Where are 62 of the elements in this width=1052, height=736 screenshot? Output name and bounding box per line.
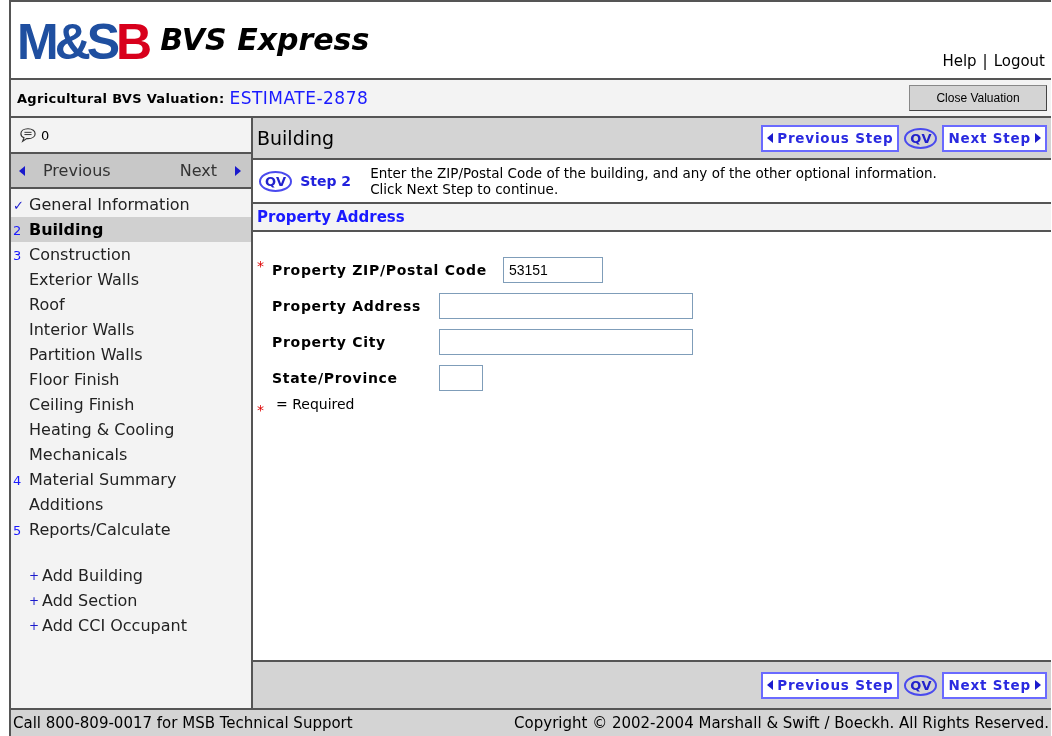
step-number: 5 <box>13 522 23 540</box>
close-valuation-button[interactable]: Close Valuation <box>909 85 1047 111</box>
nav-item[interactable]: Roof <box>11 292 251 317</box>
next-step-button[interactable]: Next Step <box>942 124 1047 152</box>
nav-item[interactable]: 4 Material Summary <box>11 467 251 492</box>
logo-text: B <box>116 14 149 70</box>
input-field[interactable]: 53151 <box>502 257 603 283</box>
nav-item[interactable]: Heating & Cooling <box>11 417 251 442</box>
nav-item[interactable]: 2 Building <box>11 217 251 242</box>
nav-item[interactable]: 5 Reports/Calculate <box>11 517 251 542</box>
nav-item[interactable]: ✓ General Information <box>11 192 251 217</box>
nav-item[interactable]: Mechanicals <box>11 442 251 467</box>
nav-item[interactable]: 3 Construction <box>11 242 251 267</box>
required-marker: * <box>257 401 265 418</box>
nav-item[interactable]: Floor Finish <box>11 367 251 392</box>
page-title: Building <box>257 127 335 149</box>
qv-button[interactable]: QV <box>259 170 293 192</box>
add-link[interactable]: Add CCI Occupant <box>42 616 187 635</box>
field-label: Property ZIP/Postal Code <box>272 262 487 278</box>
previous-link[interactable]: Previous <box>19 161 111 180</box>
next-link[interactable]: Next <box>179 161 241 180</box>
header-link[interactable]: Logout <box>993 52 1045 70</box>
step-number: 2 <box>13 222 23 240</box>
step-number: 3 <box>13 247 23 265</box>
valuation-label: Agricultural BVS Valuation: <box>17 90 225 106</box>
input-field[interactable] <box>439 365 483 391</box>
input-field[interactable] <box>439 329 693 355</box>
comment-count: 0 <box>41 127 50 143</box>
next-step-button[interactable]: Next Step <box>942 671 1047 699</box>
step-label: Step 2 <box>300 173 353 189</box>
nav-item[interactable]: Exterior Walls <box>11 267 251 292</box>
link-separator: | <box>982 52 988 70</box>
nav-item[interactable]: Ceiling Finish <box>11 392 251 417</box>
step-number: 4 <box>13 472 23 490</box>
check-mark: ✓ <box>13 197 25 215</box>
field-label: Property Address <box>272 298 422 314</box>
copyright-text: Copyright © 2002-2004 Marshall & Swift / Boeckh. All Rights Reserved. <box>514 714 1049 732</box>
nav-item[interactable]: Interior Walls <box>11 317 251 342</box>
qv-button[interactable]: QV <box>904 674 938 696</box>
required-marker: * <box>257 257 265 274</box>
support-text: Call 800-809-0017 for MSB Technical Support <box>13 714 353 732</box>
previous-step-button[interactable]: Previous Step <box>761 124 900 152</box>
section-title: Property Address <box>253 204 1051 232</box>
speech-bubble-icon[interactable] <box>19 127 37 143</box>
nav-item[interactable]: Partition Walls <box>11 342 251 367</box>
plus-icon: + <box>29 618 42 633</box>
step-instructions: Enter the ZIP/Postal Code of the building, and any of the other optional information. Click Next Step to continue. <box>370 165 938 197</box>
header-link[interactable]: Help <box>942 52 977 70</box>
required-note: = Required <box>275 396 355 414</box>
qv-button[interactable]: QV <box>904 127 938 149</box>
nav-item[interactable]: Additions <box>11 492 251 517</box>
add-link[interactable]: Add Section <box>42 591 138 610</box>
plus-icon: + <box>29 593 42 608</box>
field-label: State/Province <box>272 370 398 386</box>
estimate-name: ESTIMATE-2878 <box>229 88 369 108</box>
field-label: Property City <box>272 334 386 350</box>
add-link[interactable]: Add Building <box>42 566 143 585</box>
logo-text: M&S <box>17 14 117 70</box>
previous-step-button[interactable]: Previous Step <box>761 671 900 699</box>
plus-icon: + <box>29 568 42 583</box>
input-field[interactable] <box>439 293 693 319</box>
product-name: BVS Express <box>160 22 370 57</box>
